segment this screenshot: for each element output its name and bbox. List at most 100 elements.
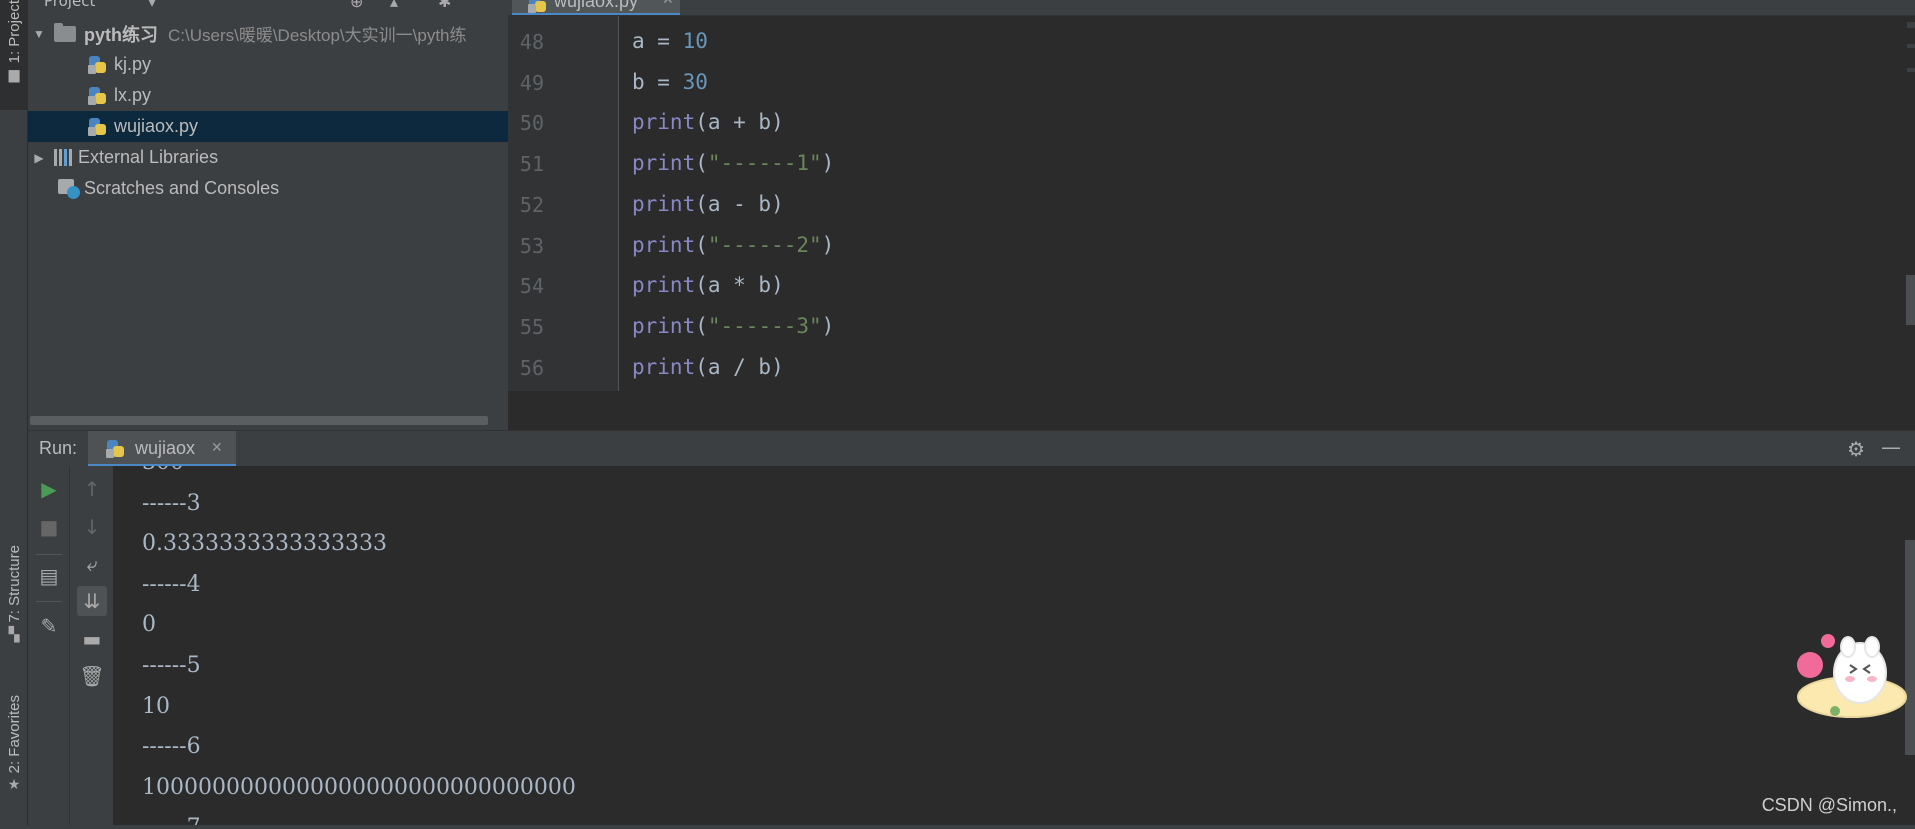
left-tool-strip: 1: Project ▆ 7: Structure ▚ 2: Favorites… [0,0,28,829]
folder-icon [54,22,76,42]
tree-scratches[interactable]: Scratches and Consoles [28,173,508,204]
code-token: (a - b) [695,191,784,216]
structure-tool-tab-label: 7: Structure [5,545,23,623]
soft-wrap-icon[interactable]: ⤶ [77,549,107,579]
chevron-down-icon[interactable]: ▾ [148,0,156,11]
editor-tab-wujiaox[interactable]: wujiaox.py ✕ [512,0,680,15]
python-file-icon [528,0,548,13]
external-libraries-label: External Libraries [78,147,219,167]
close-icon[interactable]: ✕ [662,0,674,8]
code-token: print [632,110,696,135]
console-output-line: ------4 [142,571,201,597]
file-name: lx.py [114,85,152,105]
project-panel: Project ▾ ⊕ ▴ ✱ ▼ pyth练习 C:\Users\暖暖\Des… [28,0,508,430]
console-output-line: ------6 [142,734,201,760]
code-line[interactable]: print(a + b) [632,110,784,134]
gear-icon[interactable]: ⚙ [1847,437,1865,461]
editor-vertical-scrollbar[interactable] [1906,275,1915,325]
tree-external-libraries[interactable]: ▶ External Libraries [28,142,508,173]
expand-right-icon[interactable]: ▶ [32,151,46,165]
console-output-line: 10 [142,693,170,719]
console-output-line: 1000000000000000000000000000000 [142,774,576,800]
run-console-output[interactable]: 300 ------3 0.3333333333333333 ------4 0 ----… [114,466,1915,829]
close-icon[interactable]: ✕ [211,440,223,456]
line-number: 53 [519,233,544,258]
code-editor: wujiaox.py ✕ 48 49 50 51 52 53 54 55 56 a = 10 b … [508,0,1915,430]
code-token: print [632,151,696,176]
code-token: (a * b) [695,273,784,298]
code-token: 30 [682,69,708,94]
console-output-line: 0.3333333333333333 [142,531,387,557]
project-tool-tab-label: 1: Project [5,0,23,64]
tree-file-lx[interactable]: lx.py [28,80,508,111]
code-line[interactable]: print(a / b) [632,355,784,379]
code-token: print [632,191,696,216]
arrow-down-icon[interactable]: ↓ [77,512,107,542]
code-line[interactable]: print(a - b) [632,192,784,216]
project-panel-header: Project ▾ ⊕ ▴ ✱ [28,0,508,12]
code-line[interactable]: b = 30 [632,70,708,94]
gear-icon[interactable]: ✱ [438,0,451,11]
scroll-to-end-icon[interactable]: ⇊ [77,586,107,616]
console-output-line: ------5 [142,653,201,678]
toolbar-divider [36,601,62,602]
code-token: (a / b) [695,354,784,379]
code-token: print [632,273,696,298]
scratches-icon [58,178,80,199]
line-number: 49 [519,70,544,95]
favorites-tool-tab[interactable]: 2: Favorites ★ [0,695,28,815]
code-token: ( [695,313,708,338]
layout-icon[interactable]: ▤ [34,561,64,591]
expand-down-icon[interactable]: ▼ [32,27,46,41]
pin-icon[interactable]: ✎ [34,611,64,641]
code-token: print [632,232,696,257]
line-number: 54 [519,274,544,299]
code-token: b = [632,69,683,94]
console-output-line: 0 [142,612,156,638]
tree-root-folder[interactable]: ▼ pyth练习 C:\Users\暖暖\Desktop\大实训一\pyth练 [28,18,508,49]
toolbar-divider [36,554,62,555]
arrow-up-icon[interactable]: ↑ [77,474,107,504]
code-line[interactable]: print("------3") [632,314,834,338]
run-panel-header: Run: wujiaox ✕ ⚙ — [28,430,1915,467]
python-file-icon [88,86,108,106]
code-line[interactable]: print("------2") [632,233,834,257]
line-number: 55 [519,314,544,339]
code-line[interactable]: a = 10 [632,29,708,53]
run-toolbar-primary: ▶ ■ ▤ ✎ [28,466,70,829]
tree-file-kj[interactable]: kj.py [28,49,508,80]
project-horizontal-scrollbar[interactable] [30,416,488,425]
structure-tool-tab[interactable]: 7: Structure ▚ [0,545,28,665]
tree-file-wujiaox[interactable]: wujiaox.py [28,111,508,142]
line-number: 52 [519,192,544,217]
root-folder-name: pyth练习 [84,24,158,45]
project-panel-title: Project [44,0,96,10]
run-tab-label: wujiaox [135,438,196,458]
collapse-icon[interactable]: ▴ [390,0,398,11]
rerun-icon[interactable]: ▶ [34,474,64,504]
code-token: "------1" [707,151,822,176]
code-line[interactable]: print("------1") [632,151,834,175]
python-file-icon [88,55,108,75]
run-label: Run: [39,438,78,458]
locate-icon[interactable]: ⊕ [350,0,363,11]
code-line[interactable]: print(a * b) [632,273,784,297]
console-output-line: 300 [142,466,184,475]
stop-icon[interactable]: ■ [34,512,64,542]
line-number: 48 [519,30,544,54]
structure-icon: ▚ [8,626,20,643]
code-token: "------2" [707,232,822,257]
code-token: ) [821,313,835,338]
folder-icon: ▆ [8,67,20,84]
console-output-line: ------3 [142,490,201,516]
code-token: ) [821,151,835,176]
project-tool-tab[interactable]: 1: Project ▆ [0,0,28,110]
code-token: print [632,354,696,379]
run-toolbar-secondary: ↑ ↓ ⤶ ⇊ ▬ 🗑 [70,466,114,829]
trash-icon[interactable]: 🗑 [77,661,107,691]
run-tab-wujiaox[interactable]: wujiaox ✕ [88,431,236,467]
minimize-icon[interactable]: — [1881,435,1901,459]
scratches-label: Scratches and Consoles [84,178,280,198]
print-icon[interactable]: ▬ [77,624,107,654]
favorites-tool-tab-label: 2: Favorites [5,695,23,774]
